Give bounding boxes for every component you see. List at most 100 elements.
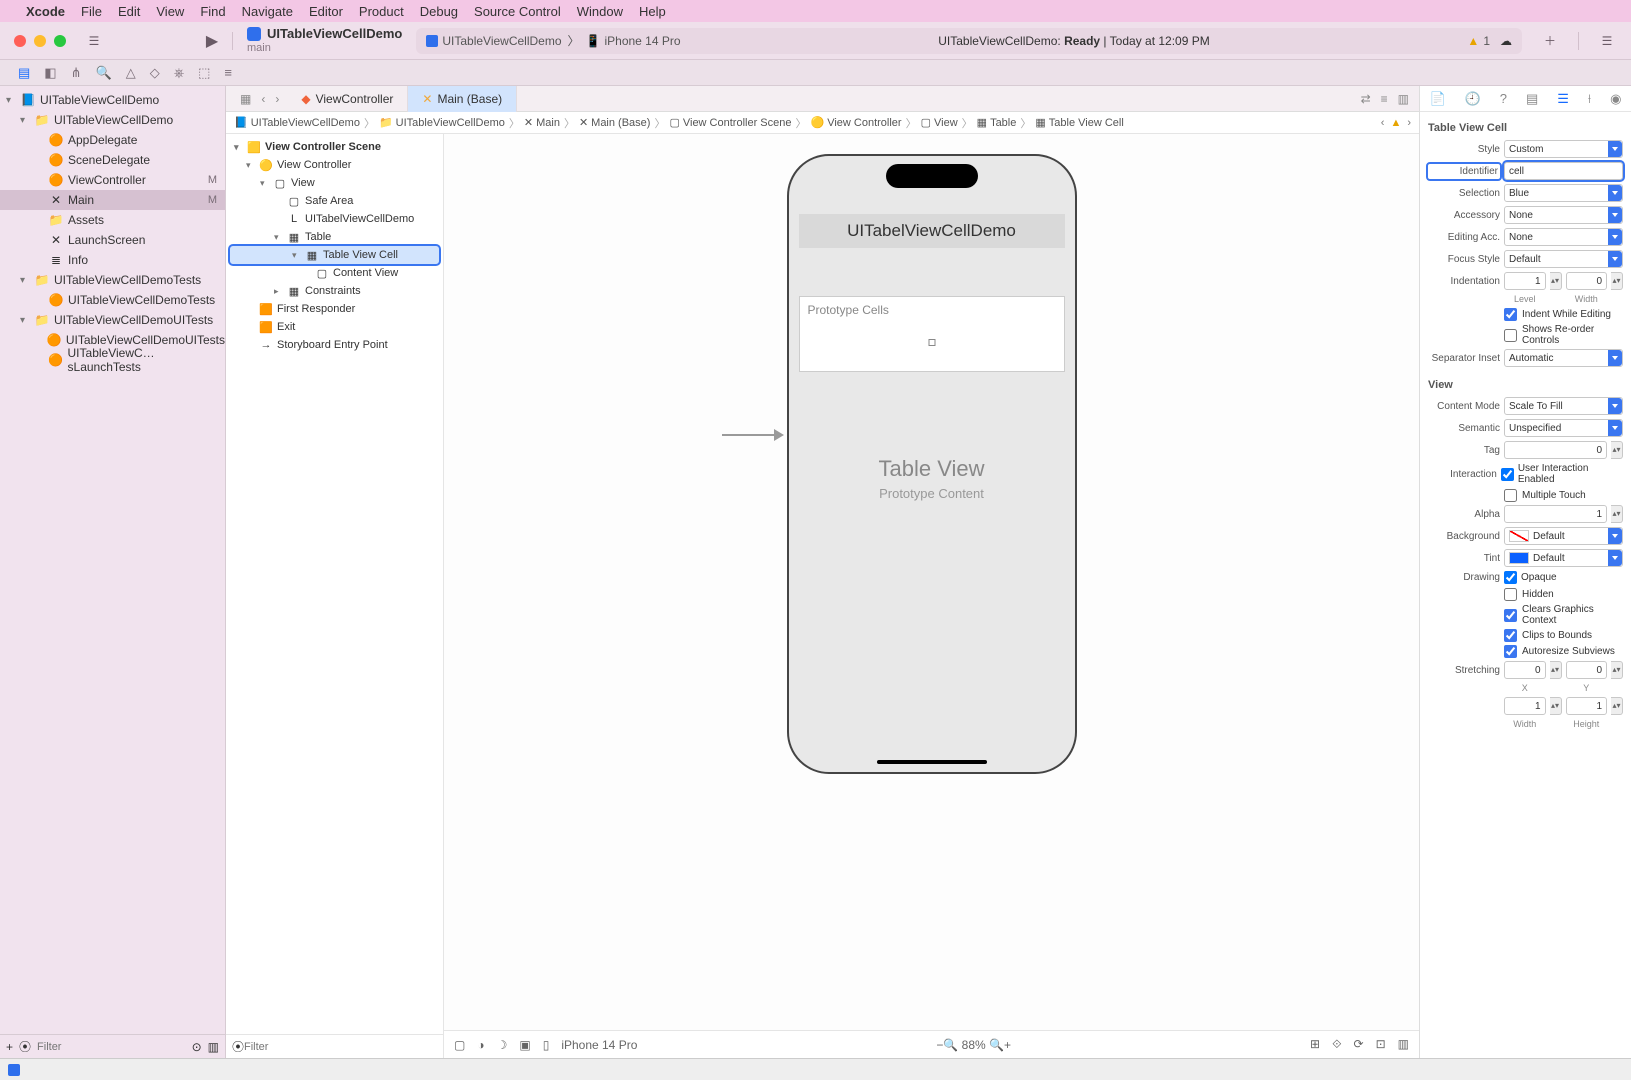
outline-item[interactable]: ▢Content View [226, 264, 443, 282]
window-menu[interactable]: Window [577, 4, 623, 19]
outline-item[interactable]: ▾▦Table [226, 228, 443, 246]
navigator-item[interactable]: ▾📁UITableViewCellDemoTests [0, 270, 225, 290]
embed-icon[interactable]: ⊡ [1376, 1037, 1386, 1052]
stack-icon[interactable]: ▥ [1398, 1037, 1409, 1052]
outline-item[interactable]: →Storyboard Entry Point [226, 336, 443, 354]
source-control-navigator-icon[interactable]: ◧ [44, 65, 56, 81]
zoom-window-button[interactable] [54, 35, 66, 47]
recent-icon[interactable]: ⊙ [192, 1040, 202, 1054]
style-select[interactable]: Custom [1504, 140, 1623, 158]
navigator-item[interactable]: 📁Assets [0, 210, 225, 230]
content-mode-select[interactable]: Scale To Fill [1504, 397, 1623, 415]
jump-bar[interactable]: 📘UITableViewCellDemo〉 📁UITableViewCellDe… [226, 112, 1419, 134]
file-inspector-icon[interactable]: 📄 [1429, 91, 1445, 107]
find-navigator-icon[interactable]: 🔍 [96, 65, 112, 81]
outline-item[interactable]: 🟧Exit [226, 318, 443, 336]
issues-indicator[interactable]: ▲1 [1467, 34, 1490, 48]
app-icon[interactable] [8, 1064, 20, 1076]
tab-main-storyboard[interactable]: ✕Main (Base) [408, 86, 517, 112]
navigator-item[interactable]: ≣Info [0, 250, 225, 270]
navigator-item[interactable]: ▾📁UITableViewCellDemoUITests [0, 310, 225, 330]
connections-inspector-icon[interactable]: ◉ [1610, 91, 1621, 107]
warning-icon[interactable]: ▲ [1390, 117, 1401, 129]
stretch-y-input[interactable]: 0 [1566, 661, 1608, 679]
navigator-item[interactable]: 🟠UITableViewC…sLaunchTests [0, 350, 225, 370]
zoom-in-icon[interactable]: 🔍+ [989, 1038, 1011, 1052]
test-navigator-icon[interactable]: ◇ [150, 65, 160, 81]
history-inspector-icon[interactable]: 🕘 [1465, 91, 1481, 107]
back-icon[interactable]: ‹ [261, 92, 265, 106]
constraints-icon[interactable]: ▣ [519, 1038, 530, 1052]
view-as-icon[interactable]: ▢ [454, 1038, 465, 1052]
outline-scene[interactable]: View Controller Scene [265, 141, 381, 153]
identity-inspector-icon[interactable]: ▤ [1526, 91, 1538, 107]
cloud-icon[interactable]: ☁︎ [1500, 34, 1512, 48]
outline-filter-input[interactable] [244, 1041, 437, 1053]
tab-viewcontroller[interactable]: ◆ViewController [287, 86, 408, 112]
debug-menu[interactable]: Debug [420, 4, 458, 19]
navigator-item[interactable]: 🟠SceneDelegate [0, 150, 225, 170]
breakpoint-navigator-icon[interactable]: ⬚ [198, 65, 210, 81]
prev-issue-icon[interactable]: ‹ [1381, 117, 1385, 129]
navigation-title-label[interactable]: UITabelViewCellDemo [799, 214, 1065, 248]
navigate-menu[interactable]: Navigate [242, 4, 293, 19]
size-inspector-icon[interactable]: ⟊ [1588, 91, 1591, 107]
tag-input[interactable]: 0 [1504, 441, 1607, 459]
opaque-checkbox[interactable] [1504, 571, 1517, 584]
user-interaction-checkbox[interactable] [1501, 468, 1514, 481]
outline-item[interactable]: LUITabelViewCellDemo [226, 210, 443, 228]
stepper[interactable]: ▴▾ [1611, 272, 1623, 290]
navigator-item[interactable]: ✕LaunchScreen [0, 230, 225, 250]
focus-style-select[interactable]: Default [1504, 250, 1623, 268]
debug-navigator-icon[interactable]: ⎈ [174, 65, 184, 81]
product-menu[interactable]: Product [359, 4, 404, 19]
navigator-item[interactable]: ▾📘UITableViewCellDemo [0, 90, 225, 110]
zoom-level[interactable]: 88% [962, 1038, 986, 1052]
indent-while-editing-checkbox[interactable] [1504, 308, 1517, 321]
stretch-x-input[interactable]: 0 [1504, 661, 1546, 679]
outline-item[interactable]: ▢Safe Area [226, 192, 443, 210]
help-inspector-icon[interactable]: ? [1500, 91, 1507, 106]
minimize-window-button[interactable] [34, 35, 46, 47]
identifier-input[interactable]: cell [1504, 162, 1623, 180]
selection-select[interactable]: Blue [1504, 184, 1623, 202]
view-menu[interactable]: View [156, 4, 184, 19]
scheme-selector[interactable]: UITableViewCellDemo main [247, 27, 402, 53]
outline-item[interactable]: 🟧First Responder [226, 300, 443, 318]
stepper[interactable]: ▴▾ [1611, 505, 1623, 523]
app-menu[interactable]: Xcode [26, 4, 65, 19]
semantic-select[interactable]: Unspecified [1504, 419, 1623, 437]
outline-item[interactable]: ▸▦Constraints [226, 282, 443, 300]
navigator-item[interactable]: ▾📁UITableViewCellDemo [0, 110, 225, 130]
minimap-toggle-icon[interactable]: ⇄ [1361, 92, 1371, 106]
multiple-touch-checkbox[interactable] [1504, 489, 1517, 502]
report-navigator-icon[interactable]: ≡ [224, 65, 232, 80]
zoom-out-icon[interactable]: −🔍 [936, 1038, 958, 1052]
background-color-select[interactable]: Default [1504, 527, 1623, 545]
editor-options-icon[interactable]: ≡ [1381, 92, 1388, 106]
scm-filter-icon[interactable]: ▥ [208, 1040, 219, 1054]
attributes-inspector-icon[interactable]: ☰ [1557, 91, 1569, 107]
toggle-navigator-button[interactable]: ☰ [80, 29, 108, 53]
help-menu[interactable]: Help [639, 4, 666, 19]
navigator-filter-input[interactable] [37, 1041, 186, 1053]
table-view-prototype-area[interactable]: Prototype Cells [799, 296, 1065, 372]
device-popup[interactable]: iPhone 14 Pro [561, 1038, 637, 1052]
align-icon[interactable]: ⊞ [1310, 1037, 1320, 1052]
run-button[interactable]: ▶ [198, 29, 226, 53]
related-items-icon[interactable]: ▦ [240, 92, 251, 106]
separator-inset-select[interactable]: Automatic [1504, 349, 1623, 367]
autoresize-subviews-checkbox[interactable] [1504, 645, 1517, 658]
reorder-controls-checkbox[interactable] [1504, 329, 1517, 342]
stretch-h-input[interactable]: 1 [1566, 697, 1608, 715]
source-control-menu[interactable]: Source Control [474, 4, 561, 19]
tint-color-select[interactable]: Default [1504, 549, 1623, 567]
device-icon[interactable]: ▯ [543, 1038, 550, 1052]
stretch-w-input[interactable]: 1 [1504, 697, 1546, 715]
navigator-item[interactable]: 🟠ViewControllerM [0, 170, 225, 190]
clears-graphics-checkbox[interactable] [1504, 609, 1517, 622]
stepper[interactable]: ▴▾ [1611, 441, 1623, 459]
edit-menu[interactable]: Edit [118, 4, 140, 19]
indent-width-input[interactable]: 0 [1566, 272, 1608, 290]
project-navigator-icon[interactable]: ▤ [18, 65, 30, 81]
